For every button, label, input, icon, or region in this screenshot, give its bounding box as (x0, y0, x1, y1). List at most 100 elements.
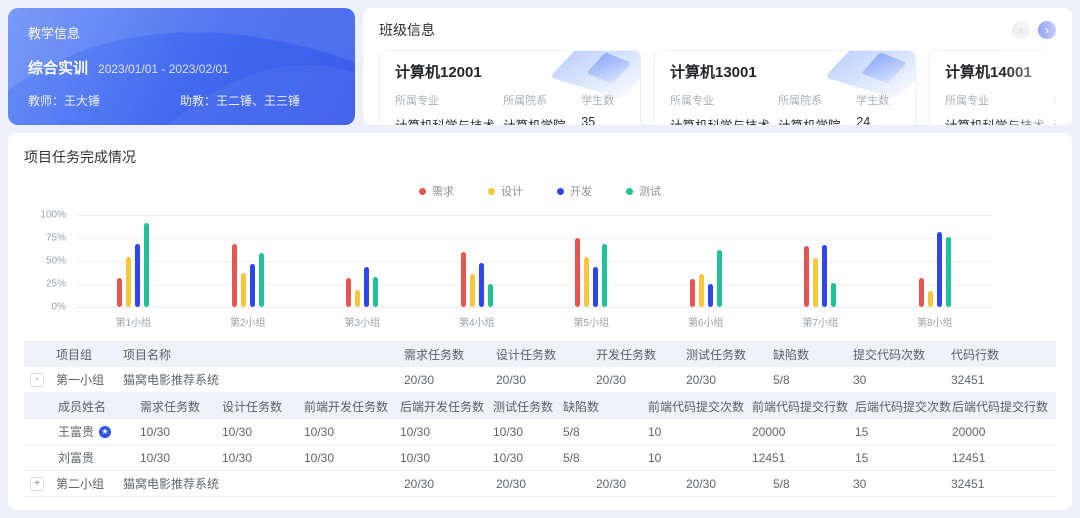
cell: 15 (855, 451, 952, 465)
bar-测试[interactable] (259, 253, 264, 307)
class-field: 所属院系计算机学院 (503, 92, 581, 125)
carousel-next-button[interactable]: › (1038, 21, 1056, 39)
bar-测试[interactable] (373, 277, 378, 307)
cell: 代码行数 (951, 346, 1056, 363)
class-card-fields: 所属专业计算机科学与技术所属院系计算机学院 (945, 92, 1056, 125)
bar-设计[interactable] (241, 273, 246, 307)
legend-label: 需求 (432, 183, 454, 199)
cell: 项目组 (56, 346, 123, 363)
chart-y-axis: 100%75%50%25%0% (24, 215, 76, 307)
course-period: 2023/01/01 - 2023/02/01 (98, 62, 229, 76)
bar-开发[interactable] (593, 267, 598, 307)
legend-color-dot (419, 188, 426, 195)
carousel-prev-button[interactable]: ‹ (1012, 21, 1030, 39)
bar-cluster[interactable] (919, 215, 951, 307)
bar-开发[interactable] (250, 264, 255, 307)
cell: 测试任务数 (493, 398, 563, 415)
y-axis-tick-label: 25% (46, 279, 66, 290)
bar-测试[interactable] (144, 223, 149, 307)
expand-cell: - (24, 373, 56, 387)
legend-label: 开发 (570, 183, 592, 199)
cell: 10/30 (400, 425, 493, 439)
bar-开发[interactable] (937, 232, 942, 307)
legend-item-测试[interactable]: 测试 (626, 183, 661, 199)
teacher-name: 教师：王大锤 (28, 92, 180, 109)
class-field: 所属专业计算机科学与技术 (670, 92, 778, 125)
bar-开发[interactable] (708, 284, 713, 307)
bar-测试[interactable] (831, 283, 836, 307)
field-value: 计算机科学与技术 (945, 115, 1053, 125)
cell: 缺陷数 (563, 398, 648, 415)
bar-需求[interactable] (346, 278, 351, 307)
class-field: 所属专业计算机科学与技术 (395, 92, 503, 125)
bar-设计[interactable] (355, 290, 360, 307)
bar-开发[interactable] (135, 244, 140, 307)
legend-color-dot (626, 188, 633, 195)
bar-开发[interactable] (479, 263, 484, 307)
bar-需求[interactable] (117, 278, 122, 307)
bar-cluster[interactable] (461, 215, 493, 307)
class-info-title: 班级信息 (379, 20, 435, 40)
legend-item-需求[interactable]: 需求 (419, 183, 454, 199)
cell: 20/30 (686, 477, 773, 491)
y-axis-tick-label: 0% (52, 302, 66, 313)
field-label: 所属院系 (503, 92, 581, 108)
x-axis-category-label: 第8小组 (917, 314, 953, 329)
bar-需求[interactable] (690, 279, 695, 307)
cell: 测试任务数 (686, 346, 773, 363)
x-axis-category-label: 第3小组 (344, 314, 380, 329)
cell: 15 (855, 425, 952, 439)
field-label: 所属院系 (1053, 92, 1056, 108)
bar-设计[interactable] (584, 257, 589, 307)
y-axis-tick-label: 100% (40, 210, 66, 221)
legend-item-开发[interactable]: 开发 (557, 183, 592, 199)
top-row: 教学信息 综合实训 2023/01/01 - 2023/02/01 教师：王大锤… (0, 0, 1080, 125)
cell: 10 (648, 451, 752, 465)
bar-cluster[interactable] (804, 215, 836, 307)
bar-设计[interactable] (813, 258, 818, 307)
course-name: 综合实训 (28, 57, 88, 78)
table-header-row: 项目组项目名称需求任务数设计任务数开发任务数测试任务数缺陷数提交代码次数代码行数 (24, 341, 1056, 367)
bar-测试[interactable] (488, 284, 493, 307)
bar-测试[interactable] (602, 244, 607, 307)
bar-需求[interactable] (919, 278, 924, 307)
bar-设计[interactable] (470, 274, 475, 307)
bar-需求[interactable] (232, 244, 237, 307)
bar-cluster[interactable] (232, 215, 264, 307)
cell: 20/30 (404, 477, 496, 491)
bar-cluster[interactable] (117, 215, 149, 307)
bar-需求[interactable] (575, 238, 580, 307)
bar-测试[interactable] (946, 237, 951, 307)
cell: 20/30 (404, 373, 496, 387)
legend-item-设计[interactable]: 设计 (488, 183, 523, 199)
chart-groups: 第1小组第2小组第3小组第4小组第5小组第6小组第7小组第8小组 (76, 215, 992, 307)
chart-legend: 需求 设计 开发 测试 (24, 183, 1056, 199)
bar-需求[interactable] (804, 246, 809, 307)
bar-开发[interactable] (364, 267, 369, 307)
bar-开发[interactable] (822, 245, 827, 307)
member-name: 王富贵 (58, 423, 94, 440)
bar-需求[interactable] (461, 252, 466, 307)
expand-toggle[interactable]: - (30, 373, 44, 387)
bar-设计[interactable] (928, 291, 933, 307)
teaching-info-card: 教学信息 综合实训 2023/01/01 - 2023/02/01 教师：王大锤… (8, 8, 355, 125)
chart-group: 第1小组 (117, 215, 149, 307)
bar-设计[interactable] (699, 274, 704, 307)
bar-cluster[interactable] (575, 215, 607, 307)
cell: 开发任务数 (596, 346, 686, 363)
bar-cluster[interactable] (346, 215, 378, 307)
cell: 32451 (951, 373, 1056, 387)
chart-group: 第5小组 (575, 215, 607, 307)
member-header-row: 成员姓名需求任务数设计任务数前端开发任务数后端开发任务数测试任务数缺陷数前端代码… (24, 393, 1056, 419)
y-axis-tick-label: 75% (46, 233, 66, 244)
field-label: 所属专业 (945, 92, 1053, 108)
chart-group: 第8小组 (919, 215, 951, 307)
bar-测试[interactable] (717, 250, 722, 307)
bar-设计[interactable] (126, 257, 131, 307)
cell: 前端代码提交行数 (752, 398, 855, 415)
cell: 10/30 (304, 451, 400, 465)
bar-cluster[interactable] (690, 215, 722, 307)
expand-toggle[interactable]: + (30, 477, 44, 491)
cell: 10/30 (304, 425, 400, 439)
teaching-info-title: 教学信息 (28, 23, 335, 42)
